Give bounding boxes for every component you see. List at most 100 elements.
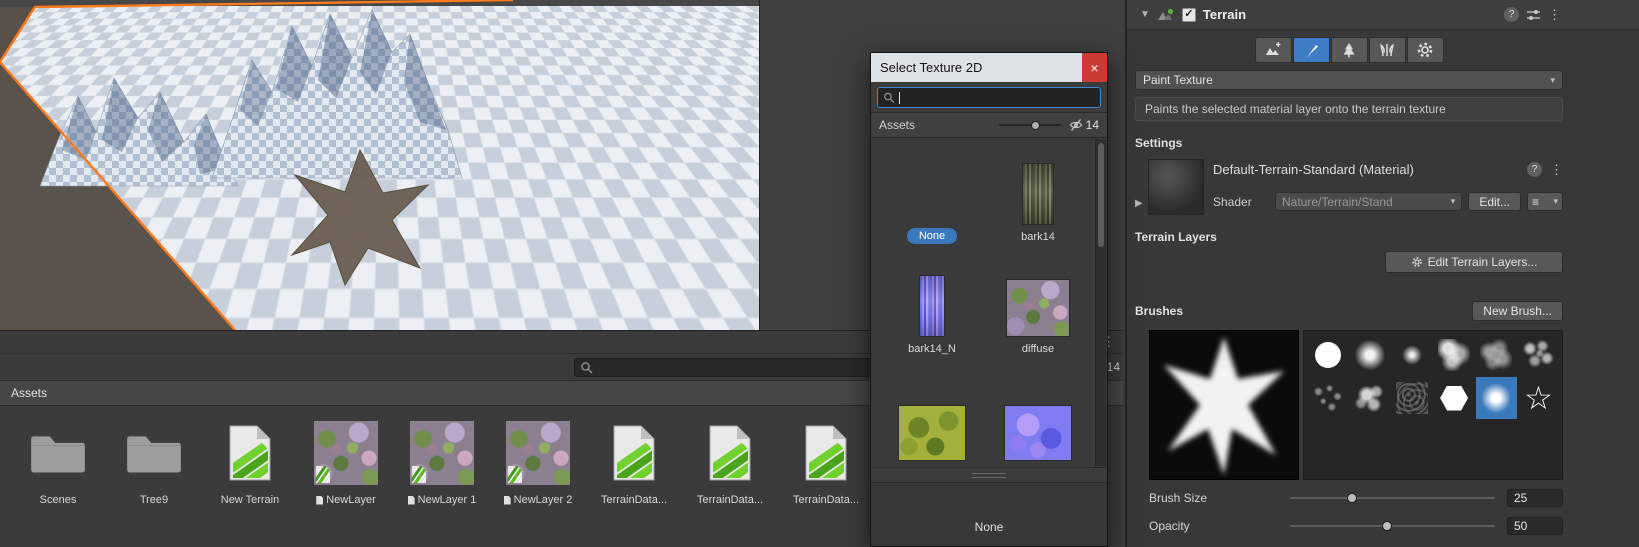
asset-thumbnail bbox=[601, 420, 667, 486]
brush-area bbox=[1135, 330, 1563, 480]
asset-item[interactable]: TerrainData... bbox=[778, 420, 874, 506]
asset-label: NewLayer 2 bbox=[504, 494, 573, 506]
asset-label: NewLayer 1 bbox=[408, 494, 477, 506]
asset-item[interactable]: TerrainData... bbox=[586, 420, 682, 506]
brush-scatter-faint[interactable] bbox=[1307, 377, 1349, 419]
mini-page-icon bbox=[508, 466, 522, 483]
material-block: ▶ Default-Terrain-Standard (Material) ? … bbox=[1135, 159, 1563, 215]
chevron-down-icon: ▾ bbox=[1553, 196, 1558, 206]
presets-icon[interactable] bbox=[1526, 8, 1541, 22]
text-cursor bbox=[898, 91, 900, 104]
terrain-component-header[interactable]: ▼ ✓ Terrain ? ⋮ bbox=[1127, 0, 1639, 30]
picker-item[interactable]: None bbox=[879, 138, 985, 250]
brush-preview bbox=[1149, 330, 1299, 480]
material-help-icon[interactable]: ? bbox=[1527, 162, 1542, 177]
brush-size-field[interactable]: 25 bbox=[1507, 489, 1563, 507]
picker-item-thumbnail bbox=[1022, 163, 1054, 225]
search-icon bbox=[581, 362, 593, 374]
brush-circle-solid[interactable] bbox=[1307, 334, 1349, 376]
brush-hexagon-solid[interactable] bbox=[1433, 377, 1475, 419]
brush-noise-faint[interactable] bbox=[1391, 377, 1433, 419]
asset-item[interactable]: Tree9 bbox=[106, 420, 202, 506]
picker-item-label bbox=[1032, 466, 1044, 467]
picker-item-label bbox=[926, 466, 938, 467]
slider-thumb[interactable] bbox=[1030, 120, 1040, 130]
paint-trees-icon bbox=[1343, 43, 1355, 58]
material-menu-icon[interactable]: ⋮ bbox=[1550, 163, 1563, 176]
popup-splitter[interactable] bbox=[871, 467, 1107, 482]
brush-blob-mottled[interactable] bbox=[1433, 334, 1475, 376]
picker-item-label: diffuse bbox=[1021, 343, 1055, 355]
slider-thumb[interactable] bbox=[1347, 493, 1358, 503]
close-icon: × bbox=[1090, 59, 1099, 76]
thumbnail-size-slider[interactable] bbox=[998, 120, 1061, 130]
picker-item[interactable]: bark14 bbox=[985, 138, 1091, 250]
material-rows: Default-Terrain-Standard (Material) ? ⋮ … bbox=[1213, 159, 1563, 215]
tool-terrain-settings[interactable] bbox=[1406, 37, 1444, 63]
tool-create-neighbor-terrains[interactable] bbox=[1254, 37, 1292, 63]
brush-size-slider[interactable] bbox=[1290, 493, 1495, 503]
component-enabled-checkbox[interactable]: ✓ bbox=[1181, 7, 1196, 22]
assets-header-label: Assets bbox=[11, 386, 48, 400]
paint-terrain-icon bbox=[1305, 45, 1318, 57]
help-icon[interactable]: ? bbox=[1504, 7, 1519, 22]
brush-star-outline[interactable] bbox=[1517, 377, 1559, 419]
paint-mode-dropdown[interactable]: Paint Texture ▾ bbox=[1135, 70, 1563, 90]
scene-view[interactable] bbox=[0, 0, 760, 330]
picker-item-thumbnail bbox=[1004, 405, 1072, 461]
opacity-slider[interactable] bbox=[1290, 521, 1495, 531]
asset-thumbnail bbox=[793, 420, 859, 486]
brush-splatter[interactable] bbox=[1349, 377, 1391, 419]
brush-circle-soft[interactable] bbox=[1349, 334, 1391, 376]
material-preview-thumbnail[interactable] bbox=[1148, 159, 1204, 215]
popup-breadcrumb[interactable]: Assets bbox=[879, 118, 915, 132]
opacity-field[interactable]: 50 bbox=[1507, 517, 1563, 535]
foldout-arrow-icon[interactable]: ▼ bbox=[1140, 9, 1150, 20]
asset-item[interactable]: TerrainData... bbox=[682, 420, 778, 506]
brush-square-soft[interactable] bbox=[1475, 377, 1517, 419]
new-brush-button[interactable]: New Brush... bbox=[1472, 301, 1563, 321]
material-foldout-icon[interactable]: ▶ bbox=[1135, 198, 1143, 209]
brush-blob-rough[interactable] bbox=[1475, 334, 1517, 376]
close-button[interactable]: × bbox=[1082, 53, 1107, 82]
brushes-section-label: Brushes bbox=[1135, 304, 1184, 318]
material-presets-button[interactable]: ≡ ▾ bbox=[1527, 192, 1563, 211]
picker-item[interactable] bbox=[879, 362, 985, 467]
popup-search-field[interactable] bbox=[877, 87, 1101, 108]
slider-thumb[interactable] bbox=[1382, 521, 1393, 531]
asset-item[interactable]: NewLayer bbox=[298, 420, 394, 506]
shader-row: Shader Nature/Terrain/Stand ▾ Edit... ≡ … bbox=[1213, 192, 1563, 211]
edit-terrain-layers-button[interactable]: Edit Terrain Layers... bbox=[1385, 251, 1563, 273]
asset-item[interactable]: NewLayer 1 bbox=[394, 420, 490, 506]
terrain-file-icon bbox=[613, 425, 655, 481]
inspector-body: Paint Texture ▾ Paints the selected mate… bbox=[1127, 30, 1639, 536]
unity-editor: ⋮ 14 Assets Scenes Tree9 New Terrain New… bbox=[0, 0, 1639, 547]
shader-dropdown[interactable]: Nature/Terrain/Stand ▾ bbox=[1275, 192, 1463, 211]
shader-value: Nature/Terrain/Stand bbox=[1282, 194, 1393, 209]
asset-item[interactable]: NewLayer 2 bbox=[490, 420, 586, 506]
edit-button-label: Edit... bbox=[1479, 194, 1510, 209]
component-menu-icon[interactable]: ⋮ bbox=[1548, 8, 1561, 21]
picker-item[interactable] bbox=[985, 362, 1091, 467]
brush-size-label: Brush Size bbox=[1149, 491, 1208, 505]
popup-title-bar[interactable]: Select Texture 2D × bbox=[871, 53, 1107, 82]
terrain-file-icon bbox=[709, 425, 751, 481]
picker-item[interactable]: bark14_N bbox=[879, 250, 985, 362]
scrollbar-thumb[interactable] bbox=[1098, 143, 1104, 247]
terrain-layers-section-label: Terrain Layers bbox=[1135, 230, 1217, 244]
popup-scrollbar[interactable] bbox=[1095, 139, 1106, 466]
settings-section-label: Settings bbox=[1135, 136, 1183, 150]
popup-search-input[interactable] bbox=[903, 90, 1096, 105]
tool-help-text: Paints the selected material layer onto … bbox=[1145, 102, 1446, 116]
asset-item[interactable]: Scenes bbox=[10, 420, 106, 506]
tool-paint-terrain[interactable] bbox=[1292, 37, 1330, 63]
picker-item[interactable]: diffuse bbox=[985, 250, 1091, 362]
tool-paint-trees[interactable] bbox=[1330, 37, 1368, 63]
asset-item[interactable]: New Terrain bbox=[202, 420, 298, 506]
brush-dot-soft[interactable] bbox=[1391, 334, 1433, 376]
popup-hidden-count[interactable]: 14 bbox=[1069, 118, 1099, 132]
brush-blob-scatter[interactable] bbox=[1517, 334, 1559, 376]
material-name: Default-Terrain-Standard (Material) bbox=[1213, 162, 1414, 177]
tool-paint-details[interactable] bbox=[1368, 37, 1406, 63]
edit-shader-button[interactable]: Edit... bbox=[1468, 192, 1521, 211]
